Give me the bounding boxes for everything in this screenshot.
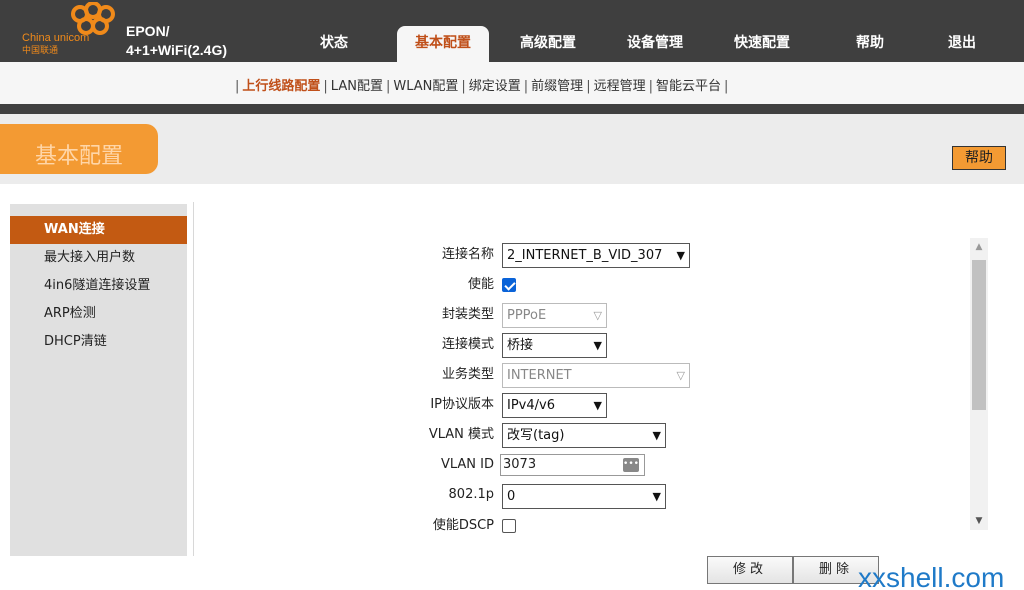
vlan-id-value: 3073 <box>503 457 537 472</box>
help-button[interactable]: 帮助 <box>952 146 1006 170</box>
chevron-down-icon: ▼ <box>676 249 685 262</box>
subnav-remote-management[interactable]: 远程管理 <box>594 79 646 94</box>
ip-version-select[interactable]: IPv4/v6 ▼ <box>502 393 607 418</box>
sidebar-item-4in6-tunnel[interactable]: 4in6隧道连接设置 <box>10 272 187 300</box>
scroll-thumb[interactable] <box>972 260 986 410</box>
subnav-binding-settings[interactable]: 绑定设置 <box>469 79 521 94</box>
encap-type-label: 封装类型 <box>441 307 494 322</box>
top-header: China unicom 中国联通 EPON/ 4+1+WiFi(2.4G) 状… <box>0 0 1024 62</box>
scroll-down-arrow-icon[interactable]: ▼ <box>970 516 988 526</box>
logo: China unicom 中国联通 EPON/ 4+1+WiFi(2.4G) <box>0 0 248 62</box>
chevron-down-icon: ▼ <box>593 339 602 352</box>
vlan-mode-value: 改写(tag) <box>507 428 565 443</box>
watermark: xxshell.com <box>858 562 1005 590</box>
logo-chinese: 中国联通 <box>22 45 59 55</box>
enable-checkbox[interactable] <box>502 278 516 292</box>
sidebar-item-dhcp-clear[interactable]: DHCP清链 <box>10 328 187 356</box>
product-name: EPON/ 4+1+WiFi(2.4G) <box>126 22 227 60</box>
conn-mode-value: 桥接 <box>507 338 534 353</box>
main-nav: 状态 基本配置 高级配置 设备管理 快速配置 帮助 退出 <box>280 0 1024 62</box>
page-title: 基本配置 <box>35 144 124 169</box>
enable-label: 使能 <box>467 277 494 292</box>
connection-name-value: 2_INTERNET_B_VID_307 <box>507 248 663 263</box>
ip-version-label: IP协议版本 <box>430 397 494 412</box>
chevron-down-icon: ▽ <box>593 309 602 322</box>
conn-mode-select[interactable]: 桥接 ▼ <box>502 333 607 358</box>
keyboard-icon[interactable]: ••• <box>623 458 639 472</box>
vlan-id-label: VLAN ID <box>440 457 494 472</box>
sidebar-divider <box>193 202 194 556</box>
modify-button[interactable]: 修改 <box>707 556 793 584</box>
ip-version-value: IPv4/v6 <box>507 398 555 413</box>
subnav-prefix-management[interactable]: 前缀管理 <box>531 79 583 94</box>
service-type-select: INTERNET ▽ <box>502 363 690 388</box>
connection-name-select[interactable]: 2_INTERNET_B_VID_307 ▼ <box>502 243 690 268</box>
sub-nav: | 上行线路配置 | LAN配置 | WLAN配置 | 绑定设置 | 前缀管理 | 远程管理 | 智能云平… <box>0 62 1024 104</box>
product-line-2: 4+1+WiFi(2.4G) <box>126 42 228 58</box>
nav-device-management[interactable]: 设备管理 <box>627 32 683 52</box>
dot1p-label: 802.1p <box>448 487 494 502</box>
logo-text: China unicom 中国联通 <box>22 32 89 56</box>
product-line-1: EPON/ <box>126 23 170 39</box>
subnav-wlan-config[interactable]: WLAN配置 <box>393 79 458 94</box>
scroll-up-arrow-icon[interactable]: ▲ <box>970 242 988 252</box>
sidebar-item-max-users[interactable]: 最大接入用户数 <box>10 244 187 272</box>
logo-english: China unicom <box>22 32 90 44</box>
dot1p-select[interactable]: 0 ▼ <box>502 484 666 509</box>
dot1p-value: 0 <box>507 489 516 504</box>
nav-quick-config[interactable]: 快速配置 <box>734 32 790 52</box>
vlan-id-input[interactable]: 3073 ••• <box>500 454 645 476</box>
nav-status[interactable]: 状态 <box>320 32 348 52</box>
nav-advanced-config[interactable]: 高级配置 <box>520 32 576 52</box>
sub-nav-links: | 上行线路配置 | LAN配置 | WLAN配置 | 绑定设置 | 前缀管理 | 远程管理 | 智能云平… <box>235 79 729 94</box>
divider-strip <box>0 104 1024 114</box>
conn-mode-label: 连接模式 <box>441 337 494 352</box>
encap-type-value: PPPoE <box>507 308 547 323</box>
chevron-down-icon: ▼ <box>652 429 661 442</box>
subnav-lan-config[interactable]: LAN配置 <box>331 79 383 94</box>
nav-help[interactable]: 帮助 <box>856 32 884 52</box>
subnav-uplink-config[interactable]: 上行线路配置 <box>242 79 320 94</box>
nav-basic-config[interactable]: 基本配置 <box>397 26 489 62</box>
sidebar-item-wan-connection[interactable]: WAN连接 <box>10 216 187 244</box>
dscp-checkbox[interactable] <box>502 519 516 533</box>
encap-type-select: PPPoE ▽ <box>502 303 607 328</box>
dscp-label: 使能DSCP <box>432 518 494 533</box>
service-type-label: 业务类型 <box>441 367 494 382</box>
vlan-mode-label: VLAN 模式 <box>428 427 494 442</box>
sidebar: WAN连接 最大接入用户数 4in6隧道连接设置 ARP检测 DHCP清链 <box>10 204 187 556</box>
page-header: 基本配置 <box>0 114 1024 184</box>
chevron-down-icon: ▼ <box>652 490 661 503</box>
form-scrollbar[interactable]: ▲ ▼ <box>970 238 988 530</box>
service-type-value: INTERNET <box>507 368 572 383</box>
connection-name-label: 连接名称 <box>441 247 494 262</box>
sidebar-item-arp-detect[interactable]: ARP检测 <box>10 300 187 328</box>
vlan-mode-select[interactable]: 改写(tag) ▼ <box>502 423 666 448</box>
subnav-cloud-platform[interactable]: 智能云平台 <box>656 79 721 94</box>
nav-logout[interactable]: 退出 <box>948 32 976 52</box>
chevron-down-icon: ▽ <box>676 369 685 382</box>
chevron-down-icon: ▼ <box>593 399 602 412</box>
